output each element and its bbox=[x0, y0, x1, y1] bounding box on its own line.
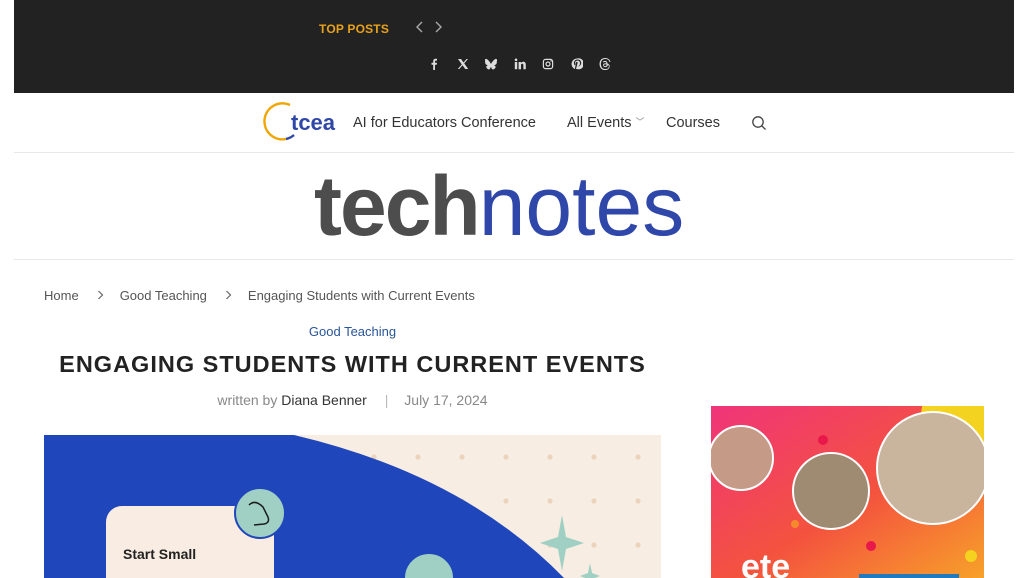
featured-card-text: Start Small bbox=[123, 546, 196, 562]
tcea-logo[interactable]: tcea bbox=[256, 99, 340, 143]
nav-item-all-events[interactable]: All Events ﹀ bbox=[567, 115, 645, 131]
article-category: Good Teaching bbox=[14, 324, 691, 339]
chevron-left-icon[interactable] bbox=[413, 20, 427, 38]
author-link[interactable]: Diana Benner bbox=[281, 392, 367, 408]
meta-divider: | bbox=[384, 392, 389, 408]
page: TOP POSTS tcea AI for Educators Conferen… bbox=[14, 0, 1014, 578]
threads-icon[interactable] bbox=[591, 56, 620, 72]
category-link[interactable]: Good Teaching bbox=[309, 324, 396, 339]
breadcrumb-separator bbox=[225, 289, 232, 303]
ad-logo-text: ete bbox=[741, 548, 790, 578]
chevron-down-icon: ﹀ bbox=[635, 117, 645, 127]
breadcrumb-separator bbox=[97, 289, 104, 303]
article-date: July 17, 2024 bbox=[404, 392, 488, 408]
breadcrumb-home[interactable]: Home bbox=[44, 288, 79, 303]
breadcrumb-good-teaching[interactable]: Good Teaching bbox=[120, 288, 207, 303]
top-bar: TOP POSTS bbox=[14, 0, 1014, 93]
bluesky-icon[interactable] bbox=[477, 56, 506, 72]
instagram-icon[interactable] bbox=[534, 56, 563, 72]
masthead: technotes bbox=[14, 153, 1014, 260]
pinterest-icon[interactable] bbox=[563, 56, 592, 72]
brand-part-notes: notes bbox=[478, 159, 685, 253]
social-links bbox=[420, 56, 620, 72]
byline-prefix: written by bbox=[217, 392, 278, 408]
x-icon[interactable] bbox=[449, 56, 478, 72]
brand-part-tech: tech bbox=[314, 159, 481, 253]
featured-image: Start Small bbox=[44, 435, 661, 578]
sidebar-ad-banner[interactable]: ete bbox=[711, 406, 984, 578]
search-icon[interactable] bbox=[751, 115, 767, 131]
linkedin-icon[interactable] bbox=[506, 56, 535, 72]
chevron-right-icon[interactable] bbox=[431, 20, 445, 38]
site-brand-logo[interactable]: technotes bbox=[314, 163, 684, 249]
breadcrumb-current: Engaging Students with Current Events bbox=[247, 288, 475, 303]
main-nav: tcea AI for Educators Conference All Eve… bbox=[14, 93, 1014, 153]
article-title: ENGAGING STUDENTS WITH CURRENT EVENTS bbox=[59, 351, 646, 377]
nav-item-courses[interactable]: Courses bbox=[666, 115, 720, 131]
article-meta: written by Diana Benner | July 17, 2024 bbox=[14, 392, 691, 408]
nav-item-all-events-label: All Events bbox=[567, 115, 632, 131]
facebook-icon[interactable] bbox=[420, 56, 449, 72]
top-posts-label: TOP POSTS bbox=[319, 22, 390, 36]
logo-text: tcea bbox=[291, 110, 336, 135]
breadcrumb: Home Good Teaching Engaging Students wit… bbox=[44, 288, 475, 303]
nav-item-ai-conference[interactable]: AI for Educators Conference bbox=[353, 115, 536, 131]
